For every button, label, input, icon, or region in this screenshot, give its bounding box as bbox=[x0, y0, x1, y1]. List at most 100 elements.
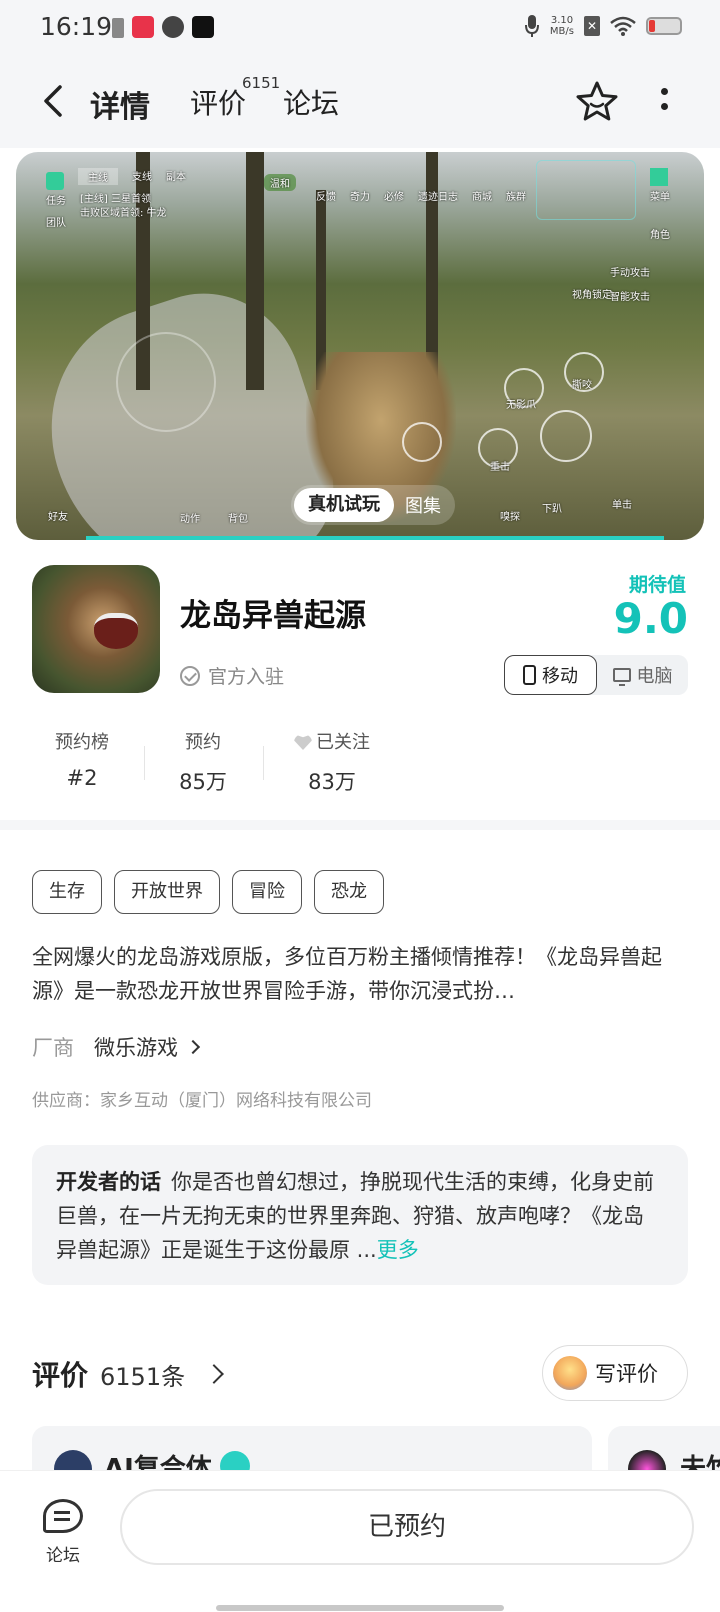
stat-label: 已关注 bbox=[280, 728, 384, 754]
battery-icon bbox=[646, 17, 682, 35]
tiktok-icon bbox=[192, 16, 214, 38]
stat-divider bbox=[144, 746, 145, 780]
tag-item[interactable]: 生存 bbox=[32, 870, 102, 914]
maker-row[interactable]: 厂商 微乐游戏 bbox=[32, 1032, 201, 1062]
hud-skill-label: 下趴 bbox=[542, 504, 562, 515]
platform-switch: 移动 电脑 bbox=[504, 655, 688, 695]
hud-quest-desc: 击败区域首领: 牛龙 bbox=[80, 208, 167, 219]
write-review-label: 写评价 bbox=[595, 1362, 658, 1386]
hud-top-label: 必修 bbox=[384, 192, 404, 203]
verified-check-icon bbox=[180, 665, 200, 686]
hud-top-label: 商城 bbox=[472, 192, 492, 203]
reviews-count: 6151条 bbox=[100, 1362, 186, 1391]
forum-button[interactable]: 论坛 bbox=[40, 1499, 86, 1566]
tab-forum[interactable]: 论坛 bbox=[283, 82, 339, 122]
media-switch: 真机试玩 图集 bbox=[291, 485, 455, 525]
game-tags: 生存 开放世界 冒险 恐龙 bbox=[32, 870, 384, 914]
net-speed: 3.10 MB/s bbox=[550, 15, 574, 37]
reviews-header[interactable]: 评价 6151条 bbox=[32, 1354, 224, 1394]
hud-attack-manual: 手动攻击 bbox=[610, 268, 650, 279]
browser-icon bbox=[162, 16, 184, 38]
hud-top-label: 反馈 bbox=[316, 192, 336, 203]
notification-icons bbox=[112, 16, 214, 38]
hud-role-label: 角色 bbox=[650, 230, 670, 241]
tag-item[interactable]: 恐龙 bbox=[314, 870, 384, 914]
favorite-star-icon[interactable] bbox=[575, 80, 619, 124]
hud-task-label: 任务 bbox=[46, 196, 66, 207]
back-arrow-icon[interactable] bbox=[40, 84, 68, 118]
hud-tab: 支线 bbox=[132, 172, 152, 183]
skill-button bbox=[402, 422, 442, 462]
hud-skill-label: 无影爪 bbox=[506, 400, 536, 411]
carousel-progress-bar bbox=[86, 536, 664, 540]
stat-reservations: 预约 85万 bbox=[160, 728, 246, 796]
net-speed-unit: MB/s bbox=[549, 26, 574, 37]
hud-task: 任务 bbox=[46, 172, 66, 207]
chevron-right-icon bbox=[204, 1364, 224, 1384]
tab-review[interactable]: 评价 bbox=[190, 82, 246, 122]
platform-pc-button[interactable]: 电脑 bbox=[597, 655, 688, 695]
hud-quest-tabs: 主线 支线 副本 bbox=[78, 168, 186, 185]
expect-score: 9.0 bbox=[613, 594, 688, 643]
no-sim-icon: ✕ bbox=[584, 16, 600, 36]
app-notification-icon bbox=[132, 16, 154, 38]
write-review-button[interactable]: 写评价 bbox=[542, 1345, 688, 1401]
sim-icon bbox=[112, 18, 124, 38]
official-badge: 官方入驻 bbox=[180, 662, 284, 689]
hud-bottom-label: 动作 bbox=[180, 514, 200, 525]
heart-icon bbox=[294, 734, 312, 750]
forum-chat-icon bbox=[43, 1499, 83, 1533]
hud-skill-label: 撕咬 bbox=[572, 380, 592, 391]
platform-pc-label: 电脑 bbox=[636, 666, 673, 687]
tag-item[interactable]: 开放世界 bbox=[114, 870, 220, 914]
chevron-right-icon bbox=[185, 1039, 201, 1055]
developer-note-label: 开发者的话 bbox=[56, 1170, 161, 1194]
game-description[interactable]: 全网爆火的龙岛游戏原版，多位百万粉主播倾情推荐！《龙岛异兽起源》是一款恐龙开放世… bbox=[32, 940, 680, 1008]
gallery-button[interactable]: 图集 bbox=[397, 492, 455, 518]
mic-icon bbox=[524, 15, 539, 37]
hud-tab: 副本 bbox=[166, 172, 186, 183]
status-time: 16:19 bbox=[40, 12, 113, 41]
hud-top-label: 遗迹日志 bbox=[418, 192, 458, 203]
system-icons: 3.10 MB/s ✕ bbox=[524, 14, 682, 38]
section-divider bbox=[0, 820, 720, 830]
stat-followers[interactable]: 已关注 83万 bbox=[280, 728, 384, 796]
tag-item[interactable]: 冒险 bbox=[232, 870, 302, 914]
hud-skill-label: 重击 bbox=[490, 462, 510, 473]
scene-tree bbox=[246, 152, 264, 390]
reserved-button[interactable]: 已预约 bbox=[120, 1489, 694, 1565]
game-screenshot-carousel[interactable]: 任务 团队 主线 支线 副本 [主线] 三星首领 击败区域首领: 牛龙 温和 反… bbox=[16, 152, 704, 540]
hud-team-label: 团队 bbox=[46, 218, 66, 229]
game-stats: 预约榜 #2 预约 85万 已关注 83万 bbox=[0, 728, 720, 798]
tab-detail[interactable]: 详情 bbox=[86, 82, 154, 126]
hud-weather: 温和 bbox=[264, 174, 296, 191]
developer-note-more-link[interactable]: 更多 bbox=[377, 1238, 419, 1262]
stat-value: 85万 bbox=[179, 770, 227, 794]
hud-top-menu: 反馈 奇力 必修 遗迹日志 商城 族群 bbox=[316, 188, 526, 203]
stat-label: 预约 bbox=[185, 732, 221, 753]
developer-note[interactable]: 开发者的话 你是否也曾幻想过，挣脱现代生活的束缚，化身史前巨兽，在一片无拘无束的世… bbox=[32, 1145, 688, 1285]
bottom-action-bar: 论坛 已预约 bbox=[0, 1470, 720, 1612]
top-nav: 详情 评价 6151 论坛 bbox=[0, 56, 720, 148]
minimap bbox=[536, 160, 636, 220]
virtual-joystick bbox=[116, 332, 216, 432]
stat-value: #2 bbox=[66, 766, 98, 790]
expect-label: 期待值 bbox=[628, 574, 686, 596]
stat-label-text: 已关注 bbox=[316, 732, 370, 753]
stat-value: 83万 bbox=[308, 770, 356, 794]
hud-view-lock: 视角锁定 bbox=[572, 290, 612, 301]
platform-mobile-button[interactable]: 移动 bbox=[504, 655, 597, 695]
more-options-icon[interactable] bbox=[658, 88, 670, 118]
hud-menu: 菜单 bbox=[650, 168, 670, 203]
maker-name: 微乐游戏 bbox=[94, 1036, 178, 1060]
hud-menu-label: 菜单 bbox=[650, 192, 670, 203]
maker-key: 厂商 bbox=[32, 1036, 74, 1060]
monitor-icon bbox=[612, 668, 631, 686]
hud-top-label: 族群 bbox=[506, 192, 526, 203]
home-indicator[interactable] bbox=[216, 1605, 504, 1611]
forum-label: 论坛 bbox=[46, 1546, 80, 1566]
stat-rank[interactable]: 预约榜 #2 bbox=[40, 728, 124, 790]
game-title: 龙岛异兽起源 bbox=[180, 598, 366, 634]
reviews-title: 评价 bbox=[32, 1359, 89, 1392]
real-device-trial-button[interactable]: 真机试玩 bbox=[294, 488, 394, 522]
